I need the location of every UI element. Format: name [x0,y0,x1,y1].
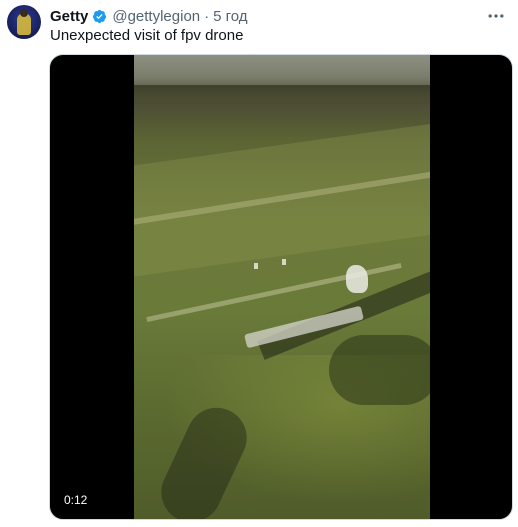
frame-post [282,259,286,265]
tweet-text: Unexpected visit of fpv drone [50,27,244,44]
avatar-head [20,9,28,17]
more-options-icon[interactable] [486,6,506,26]
tweet-header: Getty @gettylegion · 5 год [50,6,248,26]
video-frame [134,55,430,519]
author-name[interactable]: Getty [50,8,88,25]
verified-badge-icon [93,9,107,23]
frame-shadow [329,335,430,405]
author-handle[interactable]: @gettylegion [112,8,200,25]
avatar[interactable] [7,5,41,39]
separator-dot: · [204,7,210,25]
video-duration: 0:12 [64,493,88,507]
frame-post [254,263,258,269]
frame-treeline [134,85,430,107]
video-player[interactable]: 0:12 [49,54,513,520]
tweet-time[interactable]: 5 год [213,8,247,25]
tweet: Getty @gettylegion · 5 год Unexpected vi… [0,0,518,527]
frame-debris [346,265,368,293]
